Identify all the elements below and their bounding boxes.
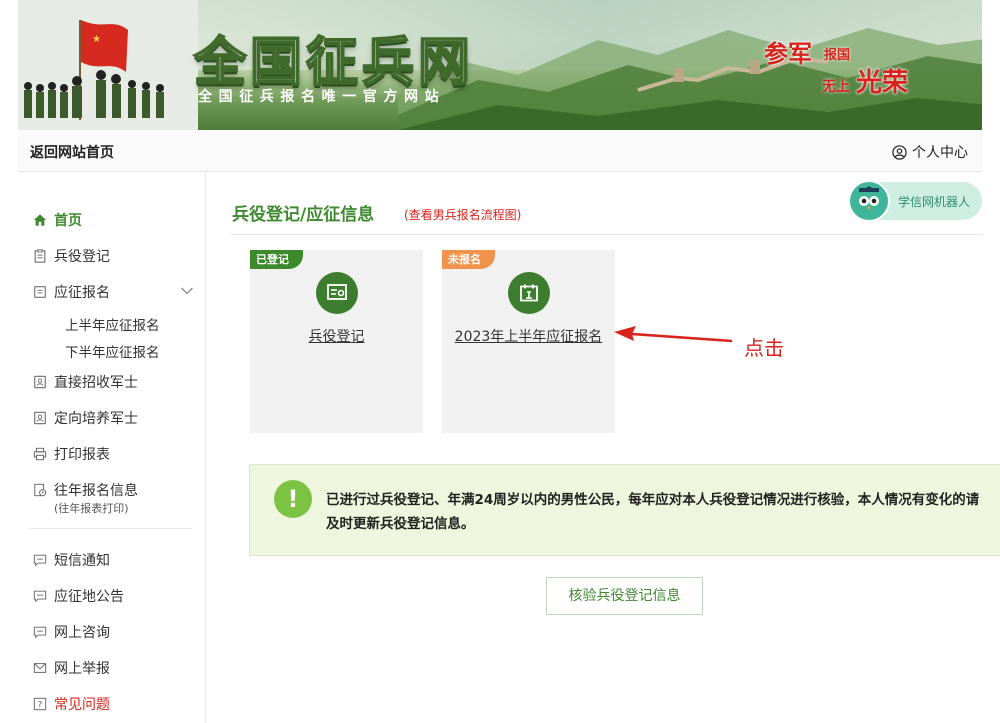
notice-box: ! 已进行过兵役登记、年满24周岁以内的男性公民，每年应对本人兵役登记情况进行核…	[249, 464, 1000, 556]
page-title: 兵役登记/应征信息	[232, 205, 375, 225]
sidebar-item-faq[interactable]: ? 常见问题	[32, 694, 110, 714]
back-to-home-link[interactable]: 返回网站首页	[30, 142, 114, 162]
site-logo-title: 全国征兵网	[193, 32, 475, 94]
user-circle-icon	[892, 144, 907, 160]
page-frame: ★ 全国征兵网 全国征兵报名唯一官方网站 参军 报国 无上 光荣 返回网站首页 …	[18, 0, 1000, 723]
sidebar-item-note: (往年报表打印)	[54, 502, 129, 515]
id-card-icon	[32, 411, 47, 426]
id-card-icon	[32, 375, 47, 390]
sidebar-item-label: 应征地公告	[54, 589, 124, 605]
site-banner: ★ 全国征兵网 全国征兵报名唯一官方网站 参军 报国 无上 光荣	[18, 0, 982, 130]
sidebar-item-sms-notice[interactable]: 短信通知	[32, 550, 110, 570]
sidebar-item-label: 打印报表	[54, 447, 110, 463]
sidebar-item-enlistment-application[interactable]: 应征报名	[32, 282, 110, 302]
status-badge: 已登记	[250, 250, 303, 269]
question-icon: ?	[32, 697, 47, 712]
sidebar-item-online-consult[interactable]: 网上咨询	[32, 622, 110, 642]
mail-icon	[32, 661, 47, 676]
sidebar-item-label: 定向培养军士	[54, 411, 138, 427]
sidebar-item-label: 往年报名信息	[54, 483, 138, 499]
sidebar-item-label: 兵役登记	[54, 249, 110, 265]
sidebar-item-label: 网上举报	[54, 661, 110, 677]
verify-registration-button[interactable]: 核验兵役登记信息	[546, 577, 703, 615]
chatbot-label: 学信网机器人	[898, 195, 971, 209]
calendar-icon	[507, 272, 550, 314]
status-badge: 未报名	[442, 250, 495, 269]
card-link[interactable]: 2023年上半年应征报名	[442, 326, 615, 346]
form-icon	[32, 285, 47, 300]
title-divider	[230, 234, 982, 235]
sidebar-item-local-announcement[interactable]: 应征地公告	[32, 586, 124, 606]
site-logo-subtitle: 全国征兵报名唯一官方网站	[198, 89, 446, 105]
sidebar-item-online-report[interactable]: 网上举报	[32, 658, 110, 678]
home-icon	[32, 213, 47, 228]
svg-text:?: ?	[37, 701, 42, 711]
slogan-part: 无上	[822, 79, 850, 95]
printer-icon	[32, 447, 47, 462]
click-annotation: 点击	[744, 336, 784, 360]
robot-avatar	[848, 180, 890, 222]
notice-text: 已进行过兵役登记、年满24周岁以内的男性公民，每年应对本人兵役登记情况进行核验，…	[326, 492, 980, 532]
sidebar-item-label: 应征报名	[54, 285, 110, 301]
sidebar-item-military-registration[interactable]: 兵役登记	[32, 246, 110, 266]
sidebar-item-label: 首页	[54, 213, 82, 229]
sidebar-item-home[interactable]: 首页	[32, 210, 82, 230]
exclamation-icon: !	[274, 480, 312, 518]
message-icon	[32, 625, 47, 640]
sidebar-item-directed-training-sergeant[interactable]: 定向培养军士	[32, 408, 138, 428]
sidebar-item-label: 网上咨询	[54, 625, 110, 641]
sidebar-item-label: 直接招收军士	[54, 375, 138, 391]
main-content: 兵役登记/应征信息 (查看男兵报名流程图) 学信网机器人 已登记 兵役登记 未报…	[206, 172, 1000, 723]
history-icon	[32, 483, 47, 498]
card-link[interactable]: 兵役登记	[250, 326, 423, 346]
red-arrow-annotation	[614, 326, 733, 343]
top-nav-bar: 返回网站首页 个人中心	[18, 130, 982, 172]
sidebar-item-direct-recruit-sergeant[interactable]: 直接招收军士	[32, 372, 138, 392]
user-center-label: 个人中心	[912, 145, 968, 161]
chevron-down-icon[interactable]	[180, 286, 194, 296]
sidebar-item-past-registration[interactable]: 往年报名信息	[32, 480, 138, 500]
message-icon	[32, 589, 47, 604]
banner-slogan: 参军 报国 无上 光荣	[764, 32, 934, 102]
message-icon	[32, 553, 47, 568]
registration-card[interactable]: 已登记 兵役登记	[250, 250, 423, 433]
user-center-link[interactable]: 个人中心	[892, 142, 968, 162]
slogan-part: 光荣	[856, 68, 909, 98]
sidebar-divider	[30, 528, 192, 529]
honor-guard-image: ★	[18, 0, 198, 130]
clipboard-icon	[32, 249, 47, 264]
slogan-part: 参军	[764, 39, 812, 68]
svg-text:★: ★	[92, 34, 101, 45]
chatbot-button[interactable]: 学信网机器人	[848, 180, 982, 222]
sidebar-item-label: 短信通知	[54, 553, 110, 569]
enlistment-card[interactable]: 未报名 2023年上半年应征报名	[442, 250, 615, 433]
sidebar-subitem-second-half[interactable]: 下半年应征报名	[65, 341, 160, 361]
sidebar-subitem-first-half[interactable]: 上半年应征报名	[65, 314, 160, 334]
enlistment-flowchart-link[interactable]: (查看男兵报名流程图)	[404, 206, 521, 223]
slogan-part: 报国	[824, 48, 851, 63]
registration-icon	[315, 272, 358, 314]
sidebar-nav: 首页 兵役登记 应征报名 上半年应征报名 下半年应征报名 直接招收军士 定向培养…	[18, 172, 206, 723]
sidebar-item-label: 常见问题	[54, 697, 110, 713]
sidebar-item-print-forms[interactable]: 打印报表	[32, 444, 110, 464]
